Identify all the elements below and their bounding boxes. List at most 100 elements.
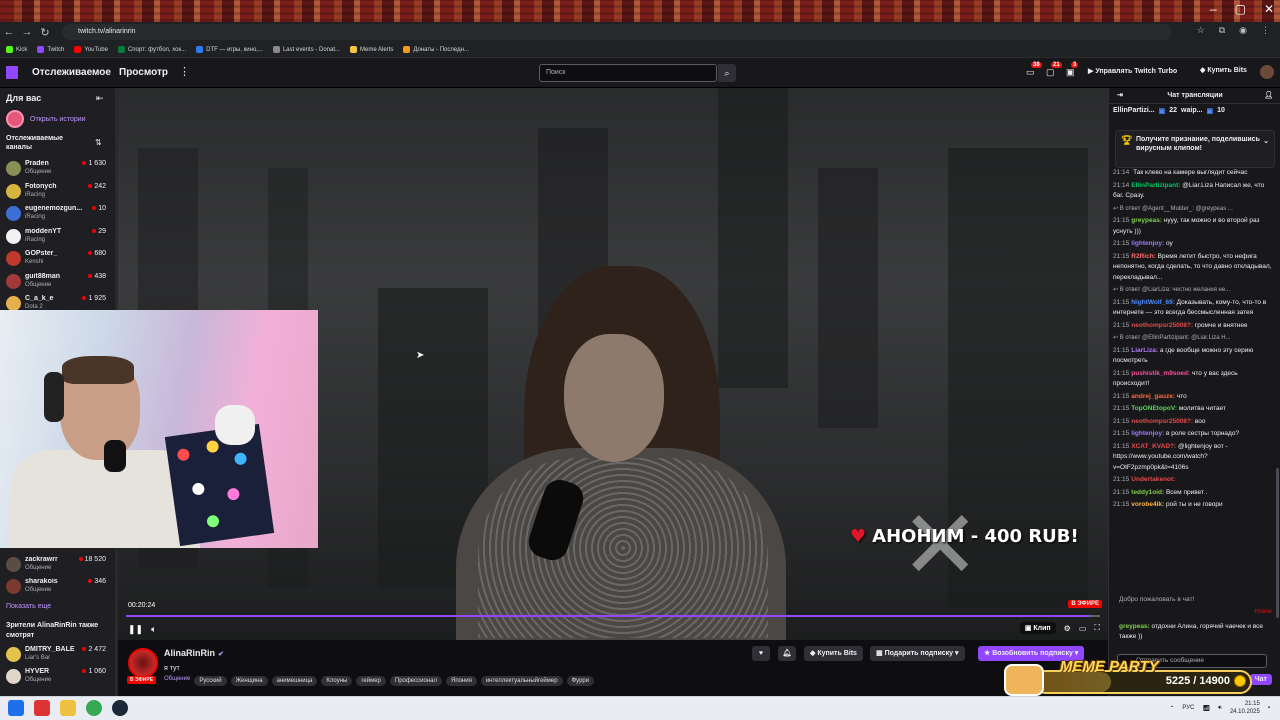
file-explorer-icon[interactable] xyxy=(60,700,76,716)
chat-message[interactable]: ↩ В ответ @EllinPartizipant: @Liar.Liza … xyxy=(1113,333,1273,344)
message-user[interactable]: neothompsr25008?: xyxy=(1131,418,1193,425)
chat-message[interactable]: 21:15 Undertakenot: xyxy=(1113,475,1273,486)
bookmark-kick[interactable]: Kick xyxy=(6,46,27,53)
channel-buy-bits-button[interactable]: ◆ Купить Bits xyxy=(804,646,863,661)
settings-gear-icon[interactable]: ⚙ xyxy=(1064,624,1071,633)
volume-tray-icon[interactable]: 🔊︎ xyxy=(1218,705,1222,712)
sidebar-channel[interactable]: moddenYT iRacing 29 xyxy=(0,226,118,248)
chat-send-button[interactable]: Чат xyxy=(1249,674,1272,685)
chrome-icon[interactable] xyxy=(86,700,102,716)
bookmark-dtf[interactable]: DTF — игры, кино,... xyxy=(196,46,263,53)
back-icon[interactable]: ← xyxy=(0,26,18,38)
bookmark-twitch[interactable]: Twitch xyxy=(37,46,64,53)
gift-sub-button[interactable]: ▦ Подарить подписку ▾ xyxy=(870,646,965,661)
chat-message[interactable]: 21:15 TopONEtopoV: молитва читает xyxy=(1113,404,1273,415)
bookmark-donations[interactable]: Донаты - Последн... xyxy=(403,46,469,53)
chat-message[interactable]: 21:15 andrej_gauze: что xyxy=(1113,392,1273,403)
notifications-bell-icon[interactable]: 🔔︎ xyxy=(778,646,796,661)
close-icon[interactable]: ✕ xyxy=(1264,2,1274,16)
maximize-icon[interactable]: ▢ xyxy=(1235,2,1246,16)
sidebar-channel[interactable]: eugenemozgun... iRacing 10 xyxy=(0,203,118,225)
user-avatar[interactable] xyxy=(1260,65,1274,79)
message-user[interactable]: XCAT_KVAD?: xyxy=(1131,443,1176,450)
follow-heart-icon[interactable]: ♥ xyxy=(752,646,770,661)
sidebar-channel[interactable]: Fotonych iRacing 242 xyxy=(0,181,118,203)
channel-avatar[interactable] xyxy=(128,648,158,678)
message-user[interactable]: lightenjoy: xyxy=(1131,240,1164,247)
chat-message[interactable]: 21:15 R2Rich: Время летит быстро, что неф… xyxy=(1113,252,1273,284)
chat-message[interactable]: ↩ В ответ @LiarLiza: честно желания не..… xyxy=(1113,285,1273,296)
sidebar-channel[interactable]: sharakois Общение 346 xyxy=(0,576,118,598)
message-user[interactable]: teddy1oid: xyxy=(1131,489,1164,496)
volume-icon[interactable]: 🔈︎ xyxy=(151,624,156,635)
profile-icon[interactable]: ◉ xyxy=(1239,25,1247,36)
sidebar-channel[interactable]: GOPster_ Kenshi 680 xyxy=(0,248,118,270)
minimize-icon[interactable]: – xyxy=(1210,2,1217,16)
stream-tag[interactable]: Профессионал xyxy=(389,676,442,686)
open-stories[interactable]: Открыть истории xyxy=(6,110,86,128)
search-input[interactable]: Поиск xyxy=(539,64,717,82)
message-user[interactable]: andrej_gauze: xyxy=(1131,393,1175,400)
stream-tag[interactable]: геймер xyxy=(356,676,386,686)
buy-bits-button[interactable]: ◆ Купить Bits xyxy=(1200,66,1247,74)
more-menu-icon[interactable]: ⋮ xyxy=(179,65,190,78)
pinned-clip-prompt[interactable]: 🏆︎ Получите признание, поделившись вирус… xyxy=(1115,130,1275,168)
bookmark-youtube[interactable]: YouTube xyxy=(74,46,108,53)
nav-following[interactable]: Отслеживаемое xyxy=(32,67,111,78)
clock[interactable]: 21:15 24.10.2025 xyxy=(1230,700,1260,716)
sidebar-channel[interactable]: DMITRY_BALE Liar's Bar 2 472 xyxy=(0,644,118,666)
language-indicator[interactable]: РУС xyxy=(1182,705,1194,711)
sidebar-channel[interactable]: guit88man Общение 438 xyxy=(0,271,118,293)
message-user[interactable]: R2Rich: xyxy=(1131,253,1156,260)
message-user[interactable]: neothompsr25008?: xyxy=(1131,322,1193,329)
chat-scrollbar[interactable] xyxy=(1276,468,1279,618)
progress-bar[interactable] xyxy=(126,615,1100,617)
sidebar-channel[interactable]: Praden Общение 1 630 xyxy=(0,158,118,180)
notifications-icon[interactable]: ▢ 21 xyxy=(1046,62,1062,78)
inbox-icon[interactable]: ▭ 38 xyxy=(1026,62,1042,78)
message-user[interactable]: lightenjoy: xyxy=(1131,430,1164,437)
chat-message[interactable]: 21:15 pushistik_m9soed: что у вас здесь п… xyxy=(1113,369,1273,390)
clip-button[interactable]: ▣ Клип xyxy=(1019,622,1056,634)
turbo-button[interactable]: ▶ Управлять Twitch Turbo xyxy=(1088,67,1177,75)
nav-browse[interactable]: Просмотр xyxy=(119,67,168,78)
chat-message[interactable]: 21:14 EllinPartizipant: @Liar.Liza Написа… xyxy=(1113,181,1273,202)
tray-expand-icon[interactable]: ⌃ xyxy=(1169,705,1174,712)
channel-name[interactable]: AlinaRinRin ✔ xyxy=(164,648,224,658)
chat-message[interactable]: 21:15 neothompsr25008?: громче и внятнее xyxy=(1113,321,1273,332)
bookmark-meme-alerts[interactable]: Meme Alerts xyxy=(350,46,393,53)
theatre-mode-icon[interactable]: ▭ xyxy=(1079,624,1087,633)
pause-icon[interactable]: ❚❚ xyxy=(128,624,143,635)
wifi-icon[interactable]: 📶︎ xyxy=(1202,705,1210,712)
message-user[interactable]: vorobe4ik: xyxy=(1131,501,1164,508)
chat-message[interactable]: 21:15 LiarLiza: а где вообще можно эту се… xyxy=(1113,346,1273,367)
bookmark-sport[interactable]: Спорт: футбол, хок... xyxy=(117,46,186,53)
collapse-sidebar-icon[interactable]: ⇤ xyxy=(96,93,104,104)
extensions-icon[interactable]: ⧉ xyxy=(1219,25,1225,36)
sidebar-channel[interactable]: HYVER Общение 1 060 xyxy=(0,666,118,688)
chat-message[interactable]: 21:15 neothompsr25008?: воо xyxy=(1113,417,1273,428)
stream-tag[interactable]: интеллектуальныйгеймер xyxy=(480,676,563,686)
sort-icon[interactable]: ⇅ xyxy=(95,138,102,147)
message-user[interactable]: Undertakenot: xyxy=(1131,476,1175,483)
fullscreen-icon[interactable]: ⛶ xyxy=(1094,623,1100,633)
chat-message[interactable]: 21:14 Так клево на камере выглядит сейча… xyxy=(1113,168,1273,179)
steam-icon[interactable] xyxy=(112,700,128,716)
whispers-icon[interactable]: ▣ 3 xyxy=(1066,62,1079,78)
chat-message[interactable]: 21:15 lightenjoy: в роле сестры торнадо? xyxy=(1113,429,1273,440)
chat-message[interactable]: 21:15 greypeas: нууу, так можно и во втор… xyxy=(1113,216,1273,237)
message-user[interactable]: LiarLiza: xyxy=(1131,347,1158,354)
stream-tag[interactable]: Япония xyxy=(445,676,477,686)
stream-tag[interactable]: Русский xyxy=(194,676,227,686)
windows-start-icon[interactable] xyxy=(8,700,24,716)
chat-message[interactable]: 21:15 XCAT_KVAD?: @lightenjoy вот - https… xyxy=(1113,442,1273,474)
message-user[interactable]: EllinPartizipant: xyxy=(1131,182,1180,189)
message-user[interactable]: pushistik_m9soed: xyxy=(1131,370,1190,377)
new-messages-label[interactable]: Новое xyxy=(1255,609,1272,615)
sidebar-channel[interactable]: zackrawrr Общение 18 520 xyxy=(0,554,118,576)
chat-message[interactable]: 21:15 vorobe4ik: рой ты и не говори xyxy=(1113,500,1273,511)
stream-tag[interactable]: анимешница xyxy=(271,676,318,686)
show-more-link[interactable]: Показать еще xyxy=(6,603,51,610)
twitch-logo-icon[interactable] xyxy=(6,66,18,79)
chat-users-icon[interactable]: 👤︎ xyxy=(1264,88,1273,104)
